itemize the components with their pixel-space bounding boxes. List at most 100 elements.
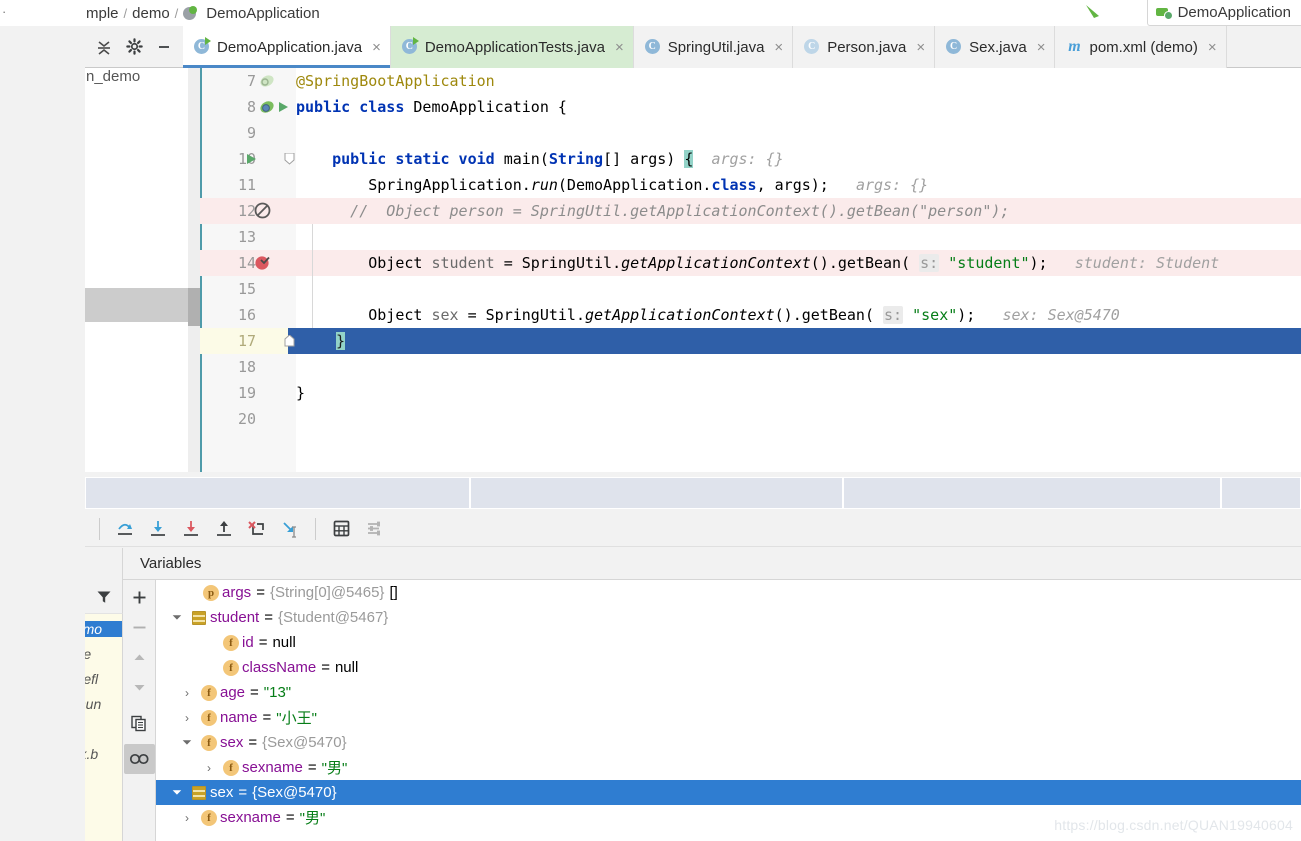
splitter-cell-overflow[interactable] bbox=[1221, 477, 1301, 509]
line-number: 16 bbox=[237, 306, 256, 324]
code-line-17[interactable]: } bbox=[296, 328, 1301, 354]
expand-chevron[interactable] bbox=[198, 630, 220, 655]
project-node-label[interactable]: n_demo bbox=[86, 68, 140, 85]
variable-row-id[interactable]: f id = null bbox=[156, 630, 1301, 655]
add-watch-button[interactable] bbox=[124, 582, 155, 612]
frames-panel-peek[interactable]: demo n.re n.refl l (sun ork.b bbox=[85, 580, 123, 841]
variable-row-student[interactable]: ⏷ student = {Student@5467} bbox=[156, 605, 1301, 630]
breadcrumb-item-demo[interactable]: demo bbox=[132, 5, 170, 22]
collapse-chevron[interactable]: ⏷ bbox=[176, 730, 198, 755]
collapse-all-button[interactable] bbox=[89, 27, 119, 67]
project-scrollbar-track[interactable] bbox=[188, 68, 200, 472]
frame-item[interactable]: n.re bbox=[85, 646, 91, 662]
code-line-10[interactable]: public static void main(String[] args) {… bbox=[296, 146, 1301, 172]
expand-chevron[interactable] bbox=[178, 580, 200, 605]
tab-close-icon[interactable]: × bbox=[774, 40, 783, 55]
editor-code-area[interactable]: @SpringBootApplication public class Demo… bbox=[200, 68, 1301, 472]
line-number: 7 bbox=[246, 72, 256, 90]
fold-end-icon[interactable] bbox=[284, 328, 296, 354]
splitter-cell-frames[interactable] bbox=[85, 477, 470, 509]
param-badge-icon: p bbox=[200, 580, 222, 605]
spring-bean-gutter-icon[interactable] bbox=[258, 68, 280, 94]
expand-chevron[interactable]: › bbox=[176, 805, 198, 830]
code-line-11[interactable]: SpringApplication.run(DemoApplication.cl… bbox=[296, 172, 1301, 198]
frame-item[interactable]: n.refl bbox=[85, 671, 98, 687]
code-line-14[interactable]: Object student = SpringUtil.getApplicati… bbox=[296, 250, 1301, 276]
breadcrumb-item-demoapplication[interactable]: DemoApplication bbox=[206, 5, 319, 22]
tab-close-icon[interactable]: × bbox=[1037, 40, 1046, 55]
code-line-12[interactable]: // Object person = SpringUtil.getApplica… bbox=[296, 198, 1301, 224]
variable-row-sex-field[interactable]: ⏷ f sex = {Sex@5470} bbox=[156, 730, 1301, 755]
fold-start-icon[interactable] bbox=[284, 146, 296, 172]
breakpoint-verified-icon[interactable] bbox=[254, 250, 276, 276]
expand-chevron[interactable] bbox=[198, 655, 220, 680]
inspect-button[interactable] bbox=[123, 744, 155, 774]
force-step-into-button[interactable] bbox=[174, 514, 207, 544]
step-over-button[interactable] bbox=[108, 514, 141, 544]
tab-sex-java[interactable]: C Sex.java × bbox=[935, 26, 1056, 68]
code-line-7[interactable]: @SpringBootApplication bbox=[296, 68, 1301, 94]
run-gutter-icon[interactable] bbox=[244, 146, 264, 172]
variable-row-sexname-nested[interactable]: › f sexname = "男" bbox=[156, 755, 1301, 780]
variable-row-sex-selected[interactable]: ⏷ sex = {Sex@5470} bbox=[156, 780, 1301, 805]
copy-value-button[interactable] bbox=[124, 708, 155, 738]
object-badge-icon bbox=[188, 780, 210, 805]
variable-row-age[interactable]: › f age = "13" bbox=[156, 680, 1301, 705]
hide-panel-button[interactable] bbox=[149, 27, 179, 67]
tab-demoapplication-java[interactable]: C DemoApplication.java × bbox=[183, 26, 391, 68]
tab-demoapplicationtests-java[interactable]: C DemoApplicationTests.java × bbox=[390, 26, 634, 68]
move-down-button[interactable] bbox=[124, 672, 155, 702]
expand-chevron[interactable]: › bbox=[198, 755, 220, 780]
frame-item[interactable]: l (sun bbox=[85, 696, 101, 712]
frame-item[interactable]: ork.b bbox=[85, 746, 98, 762]
variable-ref: {Student@5467} bbox=[277, 609, 389, 626]
drop-frame-button[interactable] bbox=[240, 514, 273, 544]
no-entry-icon[interactable] bbox=[254, 198, 276, 224]
chevron-up-icon bbox=[134, 654, 144, 660]
tab-close-icon[interactable]: × bbox=[372, 40, 381, 55]
code-line-19[interactable]: } bbox=[296, 380, 1301, 406]
run-to-cursor-button[interactable] bbox=[273, 514, 306, 544]
splitter-cell-watches[interactable] bbox=[843, 477, 1221, 509]
drop-frame-icon bbox=[247, 520, 264, 535]
run-gutter-icon[interactable] bbox=[276, 94, 294, 120]
tab-close-icon[interactable]: × bbox=[916, 40, 925, 55]
field-badge-icon: f bbox=[198, 730, 220, 755]
breadcrumb-item-mple[interactable]: mple bbox=[86, 5, 119, 22]
variables-tree[interactable]: p args = {String[0]@5465} [] ⏷ student =… bbox=[156, 580, 1301, 841]
step-into-button[interactable] bbox=[141, 514, 174, 544]
expand-chevron[interactable]: › bbox=[176, 705, 198, 730]
debugger-settings-button[interactable] bbox=[358, 514, 391, 544]
force-step-into-icon bbox=[183, 520, 198, 536]
breadcrumb-dot: · bbox=[2, 4, 7, 19]
tab-pom-xml[interactable]: m pom.xml (demo) × bbox=[1055, 26, 1227, 68]
code-line-16[interactable]: Object sex = SpringUtil.getApplicationCo… bbox=[296, 302, 1301, 328]
settings-button[interactable] bbox=[119, 27, 149, 67]
tab-springutil-java[interactable]: C SpringUtil.java × bbox=[633, 26, 794, 68]
breadcrumb[interactable]: mple / demo / DemoApplication bbox=[86, 0, 320, 26]
code-line-8[interactable]: public class DemoApplication { bbox=[296, 94, 1301, 120]
run-configuration-widget[interactable]: DemoApplication bbox=[1146, 0, 1301, 26]
step-out-button[interactable] bbox=[207, 514, 240, 544]
variable-row-name[interactable]: › f name = "小王" bbox=[156, 705, 1301, 730]
expand-chevron[interactable]: › bbox=[176, 680, 198, 705]
tab-person-java[interactable]: C Person.java × bbox=[793, 26, 936, 68]
collapse-chevron[interactable]: ⏷ bbox=[166, 780, 188, 805]
variable-row-classname[interactable]: f className = null bbox=[156, 655, 1301, 680]
java-class-icon: C bbox=[946, 39, 962, 55]
filter-frames-button[interactable] bbox=[85, 580, 123, 614]
remove-watch-button[interactable] bbox=[124, 612, 155, 642]
variable-row-args[interactable]: p args = {String[0]@5465} [] bbox=[156, 580, 1301, 605]
project-selected-row[interactable] bbox=[85, 288, 188, 322]
tab-variables[interactable]: Variables bbox=[140, 555, 201, 572]
frame-item[interactable]: demo bbox=[85, 621, 122, 637]
move-up-button[interactable] bbox=[124, 642, 155, 672]
collapse-chevron[interactable]: ⏷ bbox=[166, 605, 188, 630]
tab-close-icon[interactable]: × bbox=[1208, 40, 1217, 55]
code-editor[interactable]: @SpringBootApplication public class Demo… bbox=[200, 68, 1301, 472]
tab-close-icon[interactable]: × bbox=[615, 40, 624, 55]
project-scrollbar-thumb[interactable] bbox=[188, 288, 200, 326]
splitter-cell-variables[interactable] bbox=[470, 477, 843, 509]
evaluate-expression-button[interactable] bbox=[325, 514, 358, 544]
debug-panel-splitter bbox=[85, 477, 1301, 511]
